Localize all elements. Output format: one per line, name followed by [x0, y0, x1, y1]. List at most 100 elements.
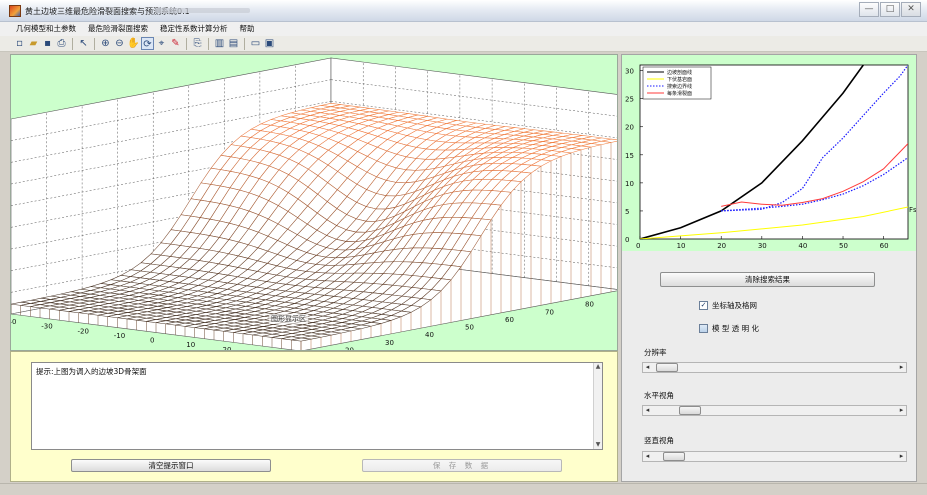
x-tick-label: -30 [41, 323, 52, 331]
link-icon[interactable]: ⎘ [191, 37, 204, 50]
v-angle-label: 竖直视角 [644, 436, 674, 445]
brush-icon[interactable]: ✎ [169, 37, 182, 50]
plot-overlay-label: 图形显示区 [269, 314, 308, 324]
clear-search-button[interactable]: 清除搜索结果 [660, 272, 875, 287]
plot2d-panel: 0 10 20 30 40 50 60 0 5 10 15 20 25 30 Fs 边坡剖面线 下伏基岩面 搜索边… [622, 55, 917, 251]
transparent-option[interactable]: 模 型 透 明 化 [699, 323, 759, 334]
save-data-button[interactable]: 保 存 数 据 [362, 459, 562, 472]
resolution-label: 分辨率 [644, 348, 667, 357]
message-panel: 提示:上图为调入的边坡3D骨架面 ▲ ▼ 清空提示窗口 保 存 数 据 [10, 351, 618, 482]
y-tick-label: 60 [505, 316, 514, 324]
menu-geometry-params[interactable]: 几何模型和土参数 [10, 22, 82, 36]
y-tick-label: 5 [625, 208, 629, 216]
y-tick-label: 25 [625, 96, 634, 104]
slider-thumb[interactable] [678, 406, 701, 415]
open-folder-icon[interactable]: ▰ [27, 37, 40, 50]
pan-icon[interactable]: ✋ [127, 37, 140, 50]
slope-profile-chart[interactable]: 0 10 20 30 40 50 60 0 5 10 15 20 25 30 Fs 边坡剖面线下伏基岩面搜索边… [622, 55, 917, 251]
axes-grid-checkbox[interactable]: ✓ [699, 301, 708, 310]
figure-toolbar: ▫ ▰ ▪ ⎙ ↖ ⊕ ⊖ ✋ ⟳ ⌖ ✎ ⎘ ▥ ▤ ▭ ▣ [0, 36, 927, 52]
slider-thumb[interactable] [663, 452, 686, 461]
menu-bar: 几何模型和土参数 最危险滑裂面搜索 稳定性系数计算分析 帮助 [0, 22, 927, 36]
chart-legend: 边坡剖面线下伏基岩面搜索边界线每条滑裂面 [642, 66, 712, 100]
v-angle-slider[interactable]: ◂ ▸ [642, 451, 907, 462]
arrow-right-icon[interactable]: ▸ [897, 363, 906, 372]
x-tick-label: -20 [78, 327, 89, 335]
clear-hint-button[interactable]: 清空提示窗口 [71, 459, 271, 472]
arrow-left-icon[interactable]: ◂ [643, 406, 652, 415]
zoom-out-icon[interactable]: ⊖ [113, 37, 126, 50]
transparent-label: 模 型 透 明 化 [712, 324, 760, 333]
y-tick-label: 30 [385, 339, 394, 347]
transparent-checkbox[interactable] [699, 324, 708, 333]
slope-3d-surface-plot[interactable]: -40-30-20-10010203040102030405060708090 [11, 55, 617, 350]
new-file-icon[interactable]: ▫ [13, 37, 26, 50]
x-axis-label-partial: Fs [909, 206, 916, 214]
zoom-in-icon[interactable]: ⊕ [99, 37, 112, 50]
colorbar-icon[interactable]: ▥ [213, 37, 226, 50]
toolbar-separator [94, 37, 95, 50]
legend-icon[interactable]: ▤ [227, 37, 240, 50]
print-icon[interactable]: ⎙ [55, 37, 68, 50]
x-tick-label: 20 [717, 242, 726, 250]
close-button[interactable]: ✕ [901, 2, 921, 17]
toolbar-separator [208, 37, 209, 50]
arrow-right-icon[interactable]: ▸ [897, 452, 906, 461]
y-tick-label: 70 [545, 308, 554, 316]
status-strip [0, 483, 927, 495]
x-tick-label: 60 [880, 242, 889, 250]
y-tick-label: 40 [425, 331, 434, 339]
pointer-icon[interactable]: ↖ [77, 37, 90, 50]
y-tick-label: 20 [625, 124, 634, 132]
x-tick-label: -10 [114, 332, 125, 340]
x-tick-label: 20 [223, 346, 232, 350]
toolbar-separator [244, 37, 245, 50]
hide-plot-tools-icon[interactable]: ▭ [249, 37, 262, 50]
control-panel: 0 10 20 30 40 50 60 0 5 10 15 20 25 30 Fs 边坡剖面线 下伏基岩面 搜索边… [621, 54, 917, 482]
x-tick-label: 10 [677, 242, 686, 250]
y-tick-label: 50 [465, 324, 474, 332]
rotate-3d-icon[interactable]: ⟳ [141, 37, 154, 50]
legend-entry: 每条滑裂面 [667, 90, 692, 97]
menu-slip-search[interactable]: 最危险滑裂面搜索 [82, 22, 154, 36]
y-tick-label: 10 [625, 180, 634, 188]
y-tick-label: 15 [625, 152, 634, 160]
menu-stability-analysis[interactable]: 稳定性系数计算分析 [154, 22, 234, 36]
show-plot-tools-icon[interactable]: ▣ [263, 37, 276, 50]
scroll-down-icon[interactable]: ▼ [594, 441, 602, 449]
hint-textarea[interactable]: 提示:上图为调入的边坡3D骨架面 ▲ ▼ [31, 362, 603, 450]
title-bar: 黄土边坡三维最危险滑裂面搜索与预测系统0.1 — □ ✕ [0, 0, 927, 22]
maximize-button[interactable]: □ [880, 2, 900, 17]
x-tick-label: 50 [839, 242, 848, 250]
resolution-slider[interactable]: ◂ ▸ [642, 362, 907, 373]
menu-help[interactable]: 帮助 [234, 22, 261, 36]
axes-grid-label: 坐标轴及格网 [712, 301, 757, 310]
x-tick-label: 0 [150, 337, 154, 345]
axes-grid-option[interactable]: ✓ 坐标轴及格网 [699, 300, 757, 311]
title-blur-overlay [155, 8, 250, 13]
scroll-up-icon[interactable]: ▲ [594, 363, 602, 371]
x-tick-label: 0 [636, 242, 640, 250]
h-angle-slider[interactable]: ◂ ▸ [642, 405, 907, 416]
arrow-left-icon[interactable]: ◂ [643, 363, 652, 372]
y-tick-label: 80 [585, 301, 594, 309]
data-cursor-icon[interactable]: ⌖ [155, 37, 168, 50]
minimize-button[interactable]: — [859, 2, 879, 17]
slider-thumb[interactable] [656, 363, 679, 372]
hint-text: 提示:上图为调入的边坡3D骨架面 [36, 367, 147, 376]
x-tick-label: 30 [758, 242, 767, 250]
y-tick-label: 20 [345, 346, 354, 350]
legend-entry: 边坡剖面线 [667, 69, 692, 76]
toolbar-separator [72, 37, 73, 50]
save-icon[interactable]: ▪ [41, 37, 54, 50]
plot3d-panel: -40-30-20-10010203040102030405060708090 … [10, 54, 618, 351]
hint-scrollbar[interactable]: ▲ ▼ [593, 363, 602, 449]
arrow-right-icon[interactable]: ▸ [897, 406, 906, 415]
x-tick-label: 10 [186, 341, 195, 349]
x-tick-label: -40 [11, 318, 16, 326]
arrow-left-icon[interactable]: ◂ [643, 452, 652, 461]
toolbar-separator [186, 37, 187, 50]
h-angle-label: 水平视角 [644, 391, 674, 400]
x-tick-label: 40 [798, 242, 807, 250]
matlab-app-icon [9, 5, 21, 17]
